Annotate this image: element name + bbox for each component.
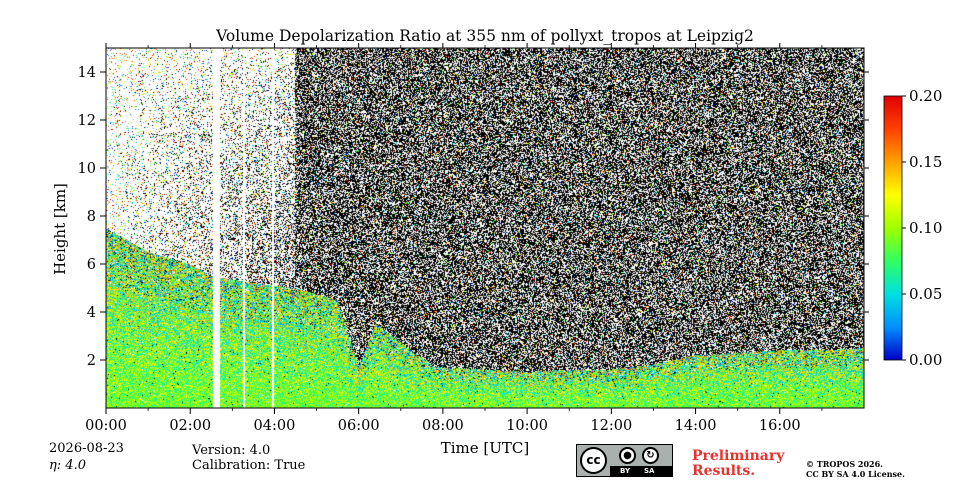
preliminary-label: Preliminary [692,448,785,464]
y-tick-label: 6 [87,257,96,273]
calibration-label: Calibration: True [192,458,306,473]
y-tick-label: 14 [78,65,96,81]
y-axis-label: Height [km] [51,183,69,275]
x-tick-label: 10:00 [506,418,548,434]
colorbar-tick-label: 0.00 [909,351,942,369]
colorbar-tick-label: 0.20 [909,87,942,105]
by-attribution-icon: ● [619,447,636,464]
depolarization-chart: Volume Depolarization Ratio at 355 nm of… [51,27,942,457]
colorbar [883,95,903,361]
version-label: Version: 4.0 [192,443,271,458]
date-label: 2026-08-23 [49,441,124,456]
cc-by-sa-badge: cc ● ↻ BY SA [576,444,673,477]
y-tick-label: 2 [87,353,96,369]
colorbar-tick-label: 0.05 [909,285,942,303]
colorbar-tick-label: 0.15 [909,153,942,171]
results-label: Results. [692,463,756,479]
x-axis-label: Time [UTC] [441,439,530,457]
by-label: BY [620,467,631,475]
x-tick-label: 08:00 [422,418,464,434]
license-label: CC BY SA 4.0 License. [806,469,905,479]
sa-label: SA [644,467,655,475]
y-tick-label: 4 [87,305,96,321]
colorbar-tick-label: 0.10 [909,219,942,237]
x-tick-label: 02:00 [169,418,211,434]
cc-icon: cc [580,447,607,474]
x-tick-label: 06:00 [338,418,380,434]
y-tick-label: 10 [78,161,96,177]
x-tick-label: 14:00 [675,418,717,434]
x-tick-label: 04:00 [254,418,296,434]
depolarization-heatmap [106,48,864,408]
x-tick-label: 16:00 [759,418,801,434]
y-tick-label: 12 [78,113,96,129]
plot-area [106,48,864,408]
x-tick-label: 12:00 [590,418,632,434]
x-tick-label: 00:00 [85,418,127,434]
colorbar-axis: 0.00 0.05 0.10 0.15 0.20 [902,87,942,369]
sa-share-alike-icon: ↻ [642,447,659,464]
chart-title: Volume Depolarization Ratio at 355 nm of… [215,27,754,45]
y-tick-label: 8 [87,209,96,225]
eta-label: η: 4.0 [49,458,86,473]
